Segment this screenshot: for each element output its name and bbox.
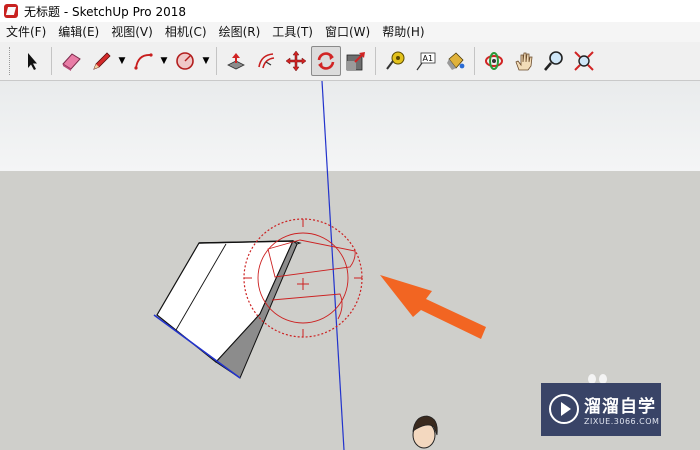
arc-icon [134,53,153,70]
title-bar: 无标题 - SketchUp Pro 2018 [0,0,700,23]
box-model[interactable] [153,240,302,379]
orbit-icon [485,52,503,70]
menu-view[interactable]: 视图(V) [105,22,159,42]
main-toolbar: ▼ ▼ ▼ A1 [0,42,700,81]
push-pull-tool-button[interactable] [221,46,251,76]
toolbar-grip[interactable] [9,47,12,75]
watermark-badge: 溜溜自学 ZIXUE.3066.COM [541,383,661,436]
watermark-subtitle: ZIXUE.3066.COM [584,417,660,426]
toolbar-separator [474,47,475,75]
orbit-tool-button[interactable] [479,46,509,76]
tape-measure-icon [386,51,405,70]
arc-tool-button[interactable] [128,46,158,76]
eraser-tool-button[interactable] [56,46,86,76]
shape-tool-button[interactable] [170,46,200,76]
menu-bar: 文件(F) 编辑(E) 视图(V) 相机(C) 绘图(R) 工具(T) 窗口(W… [0,22,700,42]
paint-bucket-icon [447,52,465,70]
menu-help[interactable]: 帮助(H) [376,22,430,42]
person-figure [412,415,438,449]
text-icon: A1 [416,52,436,71]
zoom-extents-tool-button[interactable] [569,46,599,76]
shape-circle-icon [176,52,194,70]
select-tool-button[interactable] [17,46,47,76]
play-logo-icon [549,394,579,424]
offset-tool-button[interactable] [251,46,281,76]
arc-tool-dropdown[interactable]: ▼ [158,46,170,76]
menu-window[interactable]: 窗口(W) [319,22,376,42]
offset-icon [258,53,275,69]
callout-arrow [380,275,486,339]
watermark-title: 溜溜自学 [584,397,656,417]
paint-bucket-tool-button[interactable] [440,46,470,76]
menu-edit[interactable]: 编辑(E) [52,22,105,42]
shape-tool-dropdown[interactable]: ▼ [200,46,212,76]
zoom-icon [544,51,563,71]
eraser-icon [62,53,81,71]
toolbar-separator [51,47,52,75]
tape-measure-tool-button[interactable] [380,46,410,76]
menu-tools[interactable]: 工具(T) [266,22,319,42]
menu-camera[interactable]: 相机(C) [159,22,213,42]
zoom-extents-icon [574,51,594,71]
rotate-icon [317,52,335,70]
menu-draw[interactable]: 绘图(R) [213,22,267,42]
toolbar-separator [216,47,217,75]
line-tool-dropdown[interactable]: ▼ [116,46,128,76]
pencil-line-icon [93,52,111,70]
menu-file[interactable]: 文件(F) [0,22,52,42]
rotate-tool-button[interactable] [311,46,341,76]
text-tool-label: A1 [423,54,434,63]
move-icon [285,50,307,72]
push-pull-icon [227,53,245,70]
scale-icon [346,52,365,71]
pan-hand-icon [515,52,533,71]
line-tool-button[interactable] [86,46,116,76]
zoom-tool-button[interactable] [539,46,569,76]
select-arrow-icon [28,53,37,70]
text-tool-button[interactable]: A1 [410,46,440,76]
move-tool-button[interactable] [281,46,311,76]
blue-axis [321,81,345,450]
toolbar-separator [375,47,376,75]
window-title: 无标题 - SketchUp Pro 2018 [24,4,186,19]
scale-tool-button[interactable] [341,46,371,76]
sketchup-app-icon [4,4,18,18]
pan-tool-button[interactable] [509,46,539,76]
